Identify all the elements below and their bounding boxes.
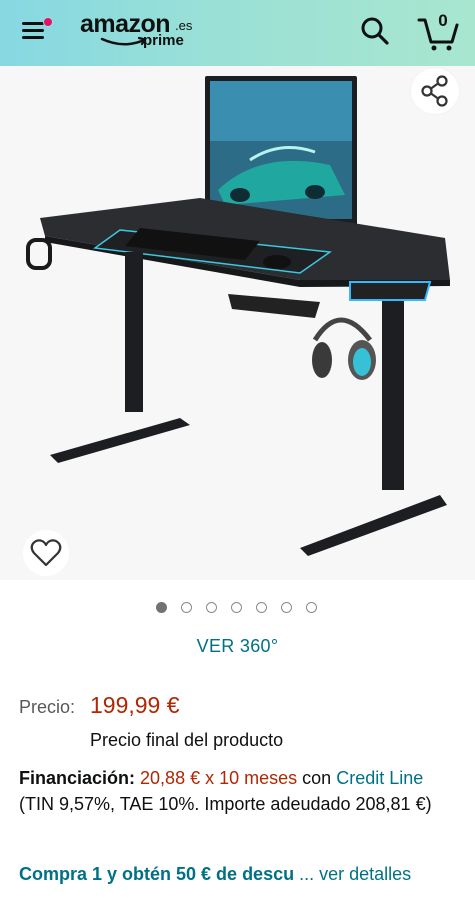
- search-icon: [361, 17, 389, 45]
- price-note: Precio final del producto: [90, 730, 284, 750]
- financing-info: Financiación: 20,88 € x 10 meses con Cre…: [19, 765, 459, 817]
- carousel-dot[interactable]: [206, 602, 217, 613]
- price-label: Precio:: [19, 697, 76, 717]
- cart-count: 0: [438, 11, 448, 30]
- carousel-indicator: [0, 600, 475, 616]
- carousel-dot[interactable]: [281, 602, 292, 613]
- share-icon: [421, 75, 448, 107]
- logo-prime: prime: [143, 32, 184, 49]
- view-360-link[interactable]: VER 360°: [0, 636, 475, 657]
- carousel-dot[interactable]: [231, 602, 242, 613]
- share-button[interactable]: [411, 68, 459, 114]
- notification-dot: [43, 17, 53, 27]
- search-button[interactable]: [358, 14, 392, 48]
- carousel-dot[interactable]: [256, 602, 267, 613]
- financing-connector: con: [302, 768, 332, 788]
- cart-button[interactable]: 0: [416, 11, 460, 52]
- price-value: 199,99 €: [90, 692, 180, 718]
- logo-suffix: .es: [175, 18, 193, 33]
- promotion-details-link[interactable]: ... ver detalles: [299, 864, 411, 884]
- promotion-text[interactable]: Compra 1 y obtén 50 € de descu: [19, 864, 294, 884]
- menu-button[interactable]: [22, 17, 53, 43]
- wishlist-button[interactable]: [23, 530, 69, 576]
- financing-installments: 20,88 € x 10 meses: [140, 768, 298, 788]
- heart-icon: [30, 539, 62, 567]
- promotion-banner[interactable]: Compra 1 y obtén 50 € de descu ... ver d…: [19, 864, 411, 885]
- amazon-prime-logo[interactable]: amazon .es prime: [80, 10, 200, 56]
- top-nav-bar: amazon .es prime 0: [0, 0, 475, 66]
- menu-icon: [22, 22, 44, 25]
- financing-label: Financiación:: [19, 768, 136, 788]
- carousel-dot[interactable]: [181, 602, 192, 613]
- product-image-gallery[interactable]: [0, 66, 475, 580]
- financing-details: (TIN 9,57%, TAE 10%. Importe adeudado 20…: [19, 794, 432, 814]
- product-image[interactable]: [0, 66, 475, 580]
- credit-line-link[interactable]: Credit Line: [336, 768, 423, 788]
- carousel-dot[interactable]: [306, 602, 317, 613]
- carousel-dot[interactable]: [156, 602, 167, 613]
